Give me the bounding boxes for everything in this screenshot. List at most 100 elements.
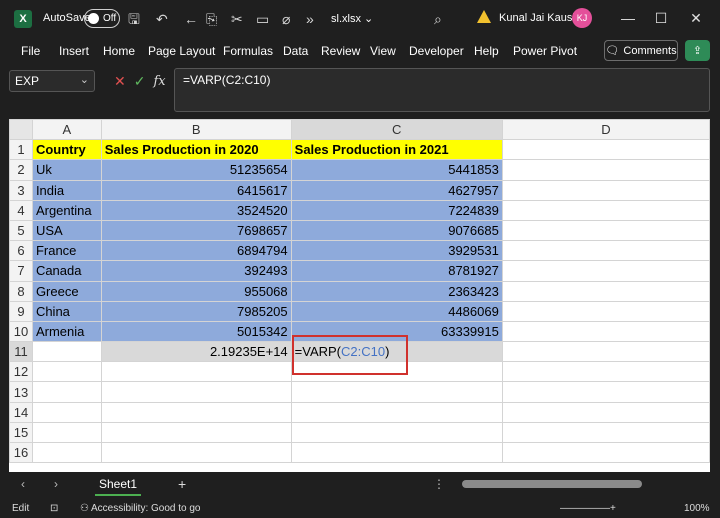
tab-power-pivot[interactable]: Power Pivot [513,44,577,58]
select-all-corner[interactable] [9,119,33,141]
row-header[interactable]: 16 [9,441,33,464]
row-header[interactable]: 11 [9,341,33,363]
cell-empty[interactable] [100,361,292,383]
paste-icon[interactable]: ▭ [256,10,269,28]
cell-2020[interactable]: 3524520 [100,199,292,221]
cell-2020[interactable]: 7985205 [100,300,292,322]
macro-record-icon[interactable]: ⊡ [50,503,58,514]
cell-empty[interactable] [501,280,710,302]
cell-2020[interactable]: 7698657 [100,219,292,242]
cell-empty[interactable] [290,421,503,444]
cell-empty[interactable] [100,401,292,423]
column-header-c[interactable]: C [290,119,503,141]
cell-2021[interactable]: 4486069 [290,300,503,322]
autosave-toggle[interactable]: Off [84,9,120,28]
more-options-icon[interactable]: ⋮ [433,477,445,491]
cell-country[interactable]: Canada [31,260,102,282]
cell-empty[interactable] [501,320,710,343]
comments-button[interactable]: 🗨 Comments [604,40,678,61]
cell-country[interactable]: Greece [31,280,102,302]
cell-c1[interactable]: Sales Production in 2021 [290,139,503,161]
row-header[interactable]: 2 [9,159,33,181]
cell-country[interactable]: China [31,300,102,322]
cell-empty[interactable] [501,260,710,282]
tab-file[interactable]: File [21,44,40,58]
tab-review[interactable]: Review [321,44,360,58]
worksheet-grid[interactable]: A B C D 1 Country Sales Production in 20… [9,119,710,472]
cell-empty[interactable] [290,401,503,423]
cell-empty[interactable] [501,341,710,363]
cell-2021[interactable]: 2363423 [290,280,503,302]
cell-empty[interactable] [501,240,710,262]
tab-formulas[interactable]: Formulas [223,44,273,58]
row-header[interactable]: 3 [9,179,33,201]
accessibility-status[interactable]: Accessibility: Good to go [91,503,201,514]
cell-empty[interactable] [31,401,102,423]
insert-function-icon[interactable]: fx [153,74,165,89]
cell-country[interactable]: Armenia [31,320,102,343]
tab-insert[interactable]: Insert [59,44,89,58]
cell-empty[interactable] [100,421,292,444]
cell-b1[interactable]: Sales Production in 2020 [100,139,292,161]
format-painter-icon[interactable]: ⌀ [282,10,290,28]
cell-country[interactable]: USA [31,219,102,242]
cell-empty[interactable] [501,421,710,444]
tab-developer[interactable]: Developer [409,44,464,58]
cell-empty[interactable] [501,441,710,464]
row-header[interactable]: 6 [9,240,33,262]
cell-empty[interactable] [100,441,292,464]
back-arrow-icon[interactable]: ← [184,10,198,28]
enter-check-icon[interactable]: ✓ [134,73,146,90]
cell-empty[interactable] [501,199,710,221]
chevron-right-icon[interactable]: › [54,477,58,491]
close-icon[interactable]: ✕ [686,8,706,28]
cell-empty[interactable] [501,361,710,383]
cell-a1[interactable]: Country [31,139,102,161]
cell-empty[interactable] [290,381,503,403]
cell-2020[interactable]: 955068 [100,280,292,302]
accessibility-icon[interactable]: ⚇ [80,503,89,514]
tab-data[interactable]: Data [283,44,308,58]
add-sheet-icon[interactable]: + [178,476,186,492]
cell-2020[interactable]: 51235654 [100,159,292,181]
tab-help[interactable]: Help [474,44,499,58]
row-header[interactable]: 12 [9,361,33,383]
cell-country[interactable]: Uk [31,159,102,181]
share-button[interactable]: ⇪ [685,40,710,61]
save-icon[interactable]: 🖫 [128,10,140,28]
cell-empty[interactable] [31,441,102,464]
chevron-down-icon[interactable]: ⌄ [80,73,89,86]
row-header[interactable]: 9 [9,300,33,322]
tab-home[interactable]: Home [103,44,135,58]
row-header[interactable]: 5 [9,219,33,242]
chevron-left-icon[interactable]: ‹ [21,477,25,491]
cell-empty[interactable] [31,381,102,403]
formula-input[interactable]: =VARP(C2:C10) [174,68,710,112]
undo-icon[interactable]: ↶ [156,10,168,28]
search-icon[interactable]: ⌕ [434,10,442,28]
row-header[interactable]: 8 [9,280,33,302]
cell-2021[interactable]: 4627957 [290,179,503,201]
cell-2021[interactable]: 9076685 [290,219,503,242]
cell-2021[interactable]: 3929531 [290,240,503,262]
cell-2021[interactable]: 5441853 [290,159,503,181]
cell-country[interactable]: India [31,179,102,201]
cell-empty[interactable] [501,219,710,242]
cell-2020[interactable]: 6415617 [100,179,292,201]
cell-empty[interactable] [501,381,710,403]
row-header[interactable]: 14 [9,401,33,423]
tab-view[interactable]: View [370,44,396,58]
cell-b11-result[interactable]: 2.19235E+14 [100,341,292,363]
cell-empty[interactable] [501,159,710,181]
more-commands-icon[interactable]: » [306,10,314,28]
zoom-level[interactable]: 100% [684,503,710,514]
horizontal-scrollbar[interactable] [462,480,642,488]
row-header[interactable]: 4 [9,199,33,221]
column-header-b[interactable]: B [100,119,292,141]
tab-page-layout[interactable]: Page Layout [148,44,215,58]
cancel-icon[interactable]: ✕ [114,73,126,90]
row-header[interactable]: 15 [9,421,33,444]
cell-2020[interactable]: 5015342 [100,320,292,343]
cell-2020[interactable]: 392493 [100,260,292,282]
cell-a11[interactable] [31,341,102,363]
